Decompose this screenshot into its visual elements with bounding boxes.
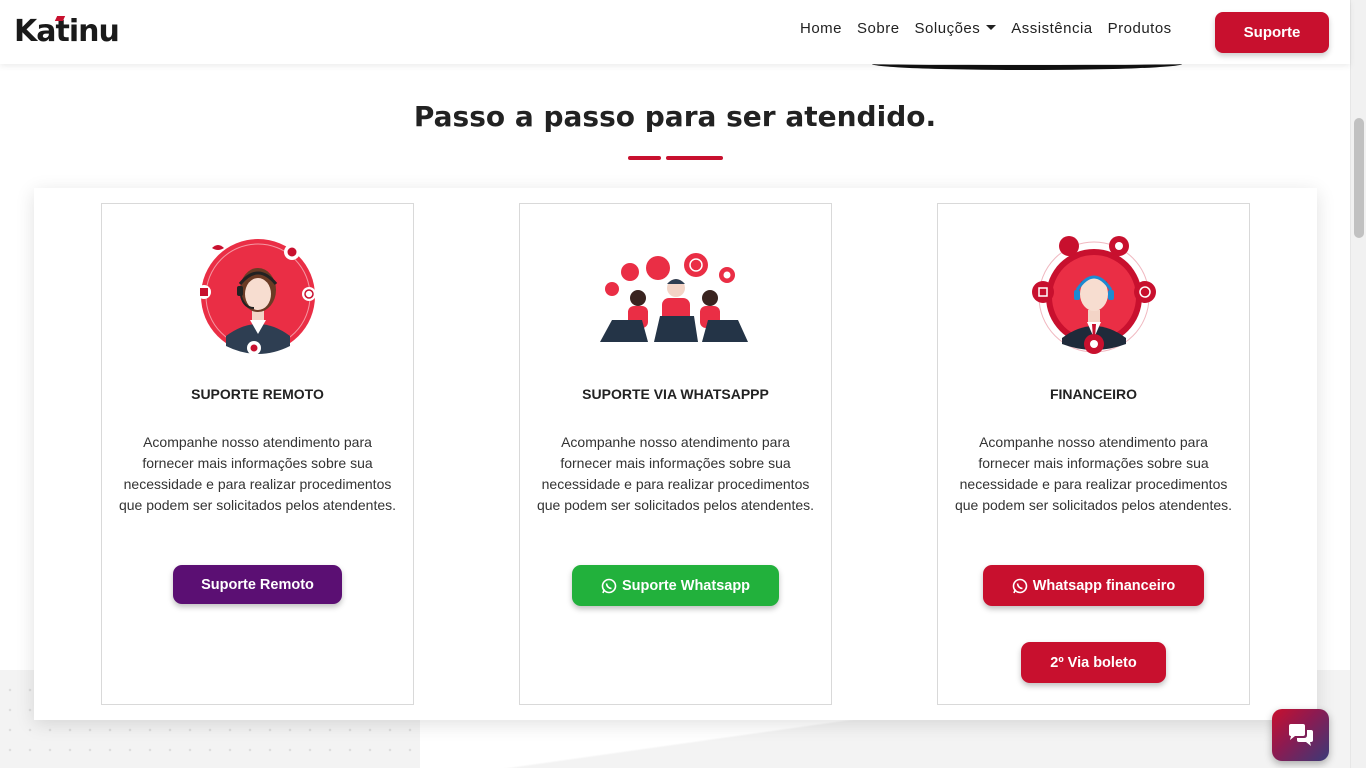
chat-widget-button[interactable]	[1272, 709, 1329, 761]
support-button[interactable]: Suporte	[1215, 12, 1329, 53]
card-description: Acompanhe nosso atendimento para fornece…	[118, 434, 397, 513]
nav-produtos[interactable]: Produtos	[1108, 20, 1172, 37]
card-financeiro: FINANCEIRO Acompanhe nosso atendimento p…	[937, 203, 1250, 705]
section-title: Passo a passo para ser atendido.	[413, 100, 937, 133]
card-title: SUPORTE VIA WHATSAPPP	[582, 386, 769, 402]
scrollbar-thumb[interactable]	[1354, 118, 1364, 238]
title-underline-short	[628, 156, 661, 160]
logo[interactable]: Katinu	[14, 14, 120, 49]
segunda-via-boleto-button[interactable]: 2º Via boleto	[1021, 642, 1166, 683]
card-description: Acompanhe nosso atendimento para fornece…	[954, 434, 1233, 513]
nav-solucoes-label: Soluções	[914, 20, 981, 37]
button-label: Suporte Remoto	[201, 576, 314, 593]
nav-sobre[interactable]: Sobre	[857, 20, 900, 37]
caret-down-icon	[986, 25, 997, 30]
nav-links: Home Sobre Soluções Assistência Produtos	[800, 20, 1172, 37]
whatsapp-icon	[1012, 578, 1028, 594]
navbar: Katinu Home Sobre Soluções Assistência P…	[0, 0, 1350, 64]
whatsapp-financeiro-button[interactable]: Whatsapp financeiro	[983, 565, 1204, 606]
support-team-laptops-icon	[600, 253, 748, 342]
button-label: Whatsapp financeiro	[1032, 577, 1176, 594]
card-description: Acompanhe nosso atendimento para fornece…	[536, 434, 815, 513]
suporte-remoto-button[interactable]: Suporte Remoto	[173, 565, 342, 604]
suporte-whatsapp-button[interactable]: Suporte Whatsapp	[572, 565, 779, 606]
nav-home[interactable]: Home	[800, 20, 842, 37]
female-support-agent-icon	[198, 239, 316, 355]
male-support-agent-icon	[1032, 236, 1156, 354]
button-label: Suporte Whatsapp	[621, 577, 751, 594]
title-underline-long	[666, 156, 723, 160]
chat-bubbles-icon	[1288, 724, 1313, 746]
card-title: FINANCEIRO	[1049, 386, 1138, 402]
scrollbar[interactable]	[1350, 0, 1366, 768]
nav-assistencia[interactable]: Assistência	[1011, 20, 1092, 37]
button-label: 2º Via boleto	[1050, 654, 1137, 671]
card-title: SUPORTE REMOTO	[191, 386, 324, 402]
card-suporte-remoto: SUPORTE REMOTO Acompanhe nosso atendimen…	[101, 203, 414, 705]
nav-solucoes-dropdown[interactable]: Soluções	[915, 20, 997, 37]
card-suporte-whatsapp: SUPORTE VIA WHATSAPPP Acompanhe nosso at…	[519, 203, 832, 705]
whatsapp-icon	[601, 578, 617, 594]
